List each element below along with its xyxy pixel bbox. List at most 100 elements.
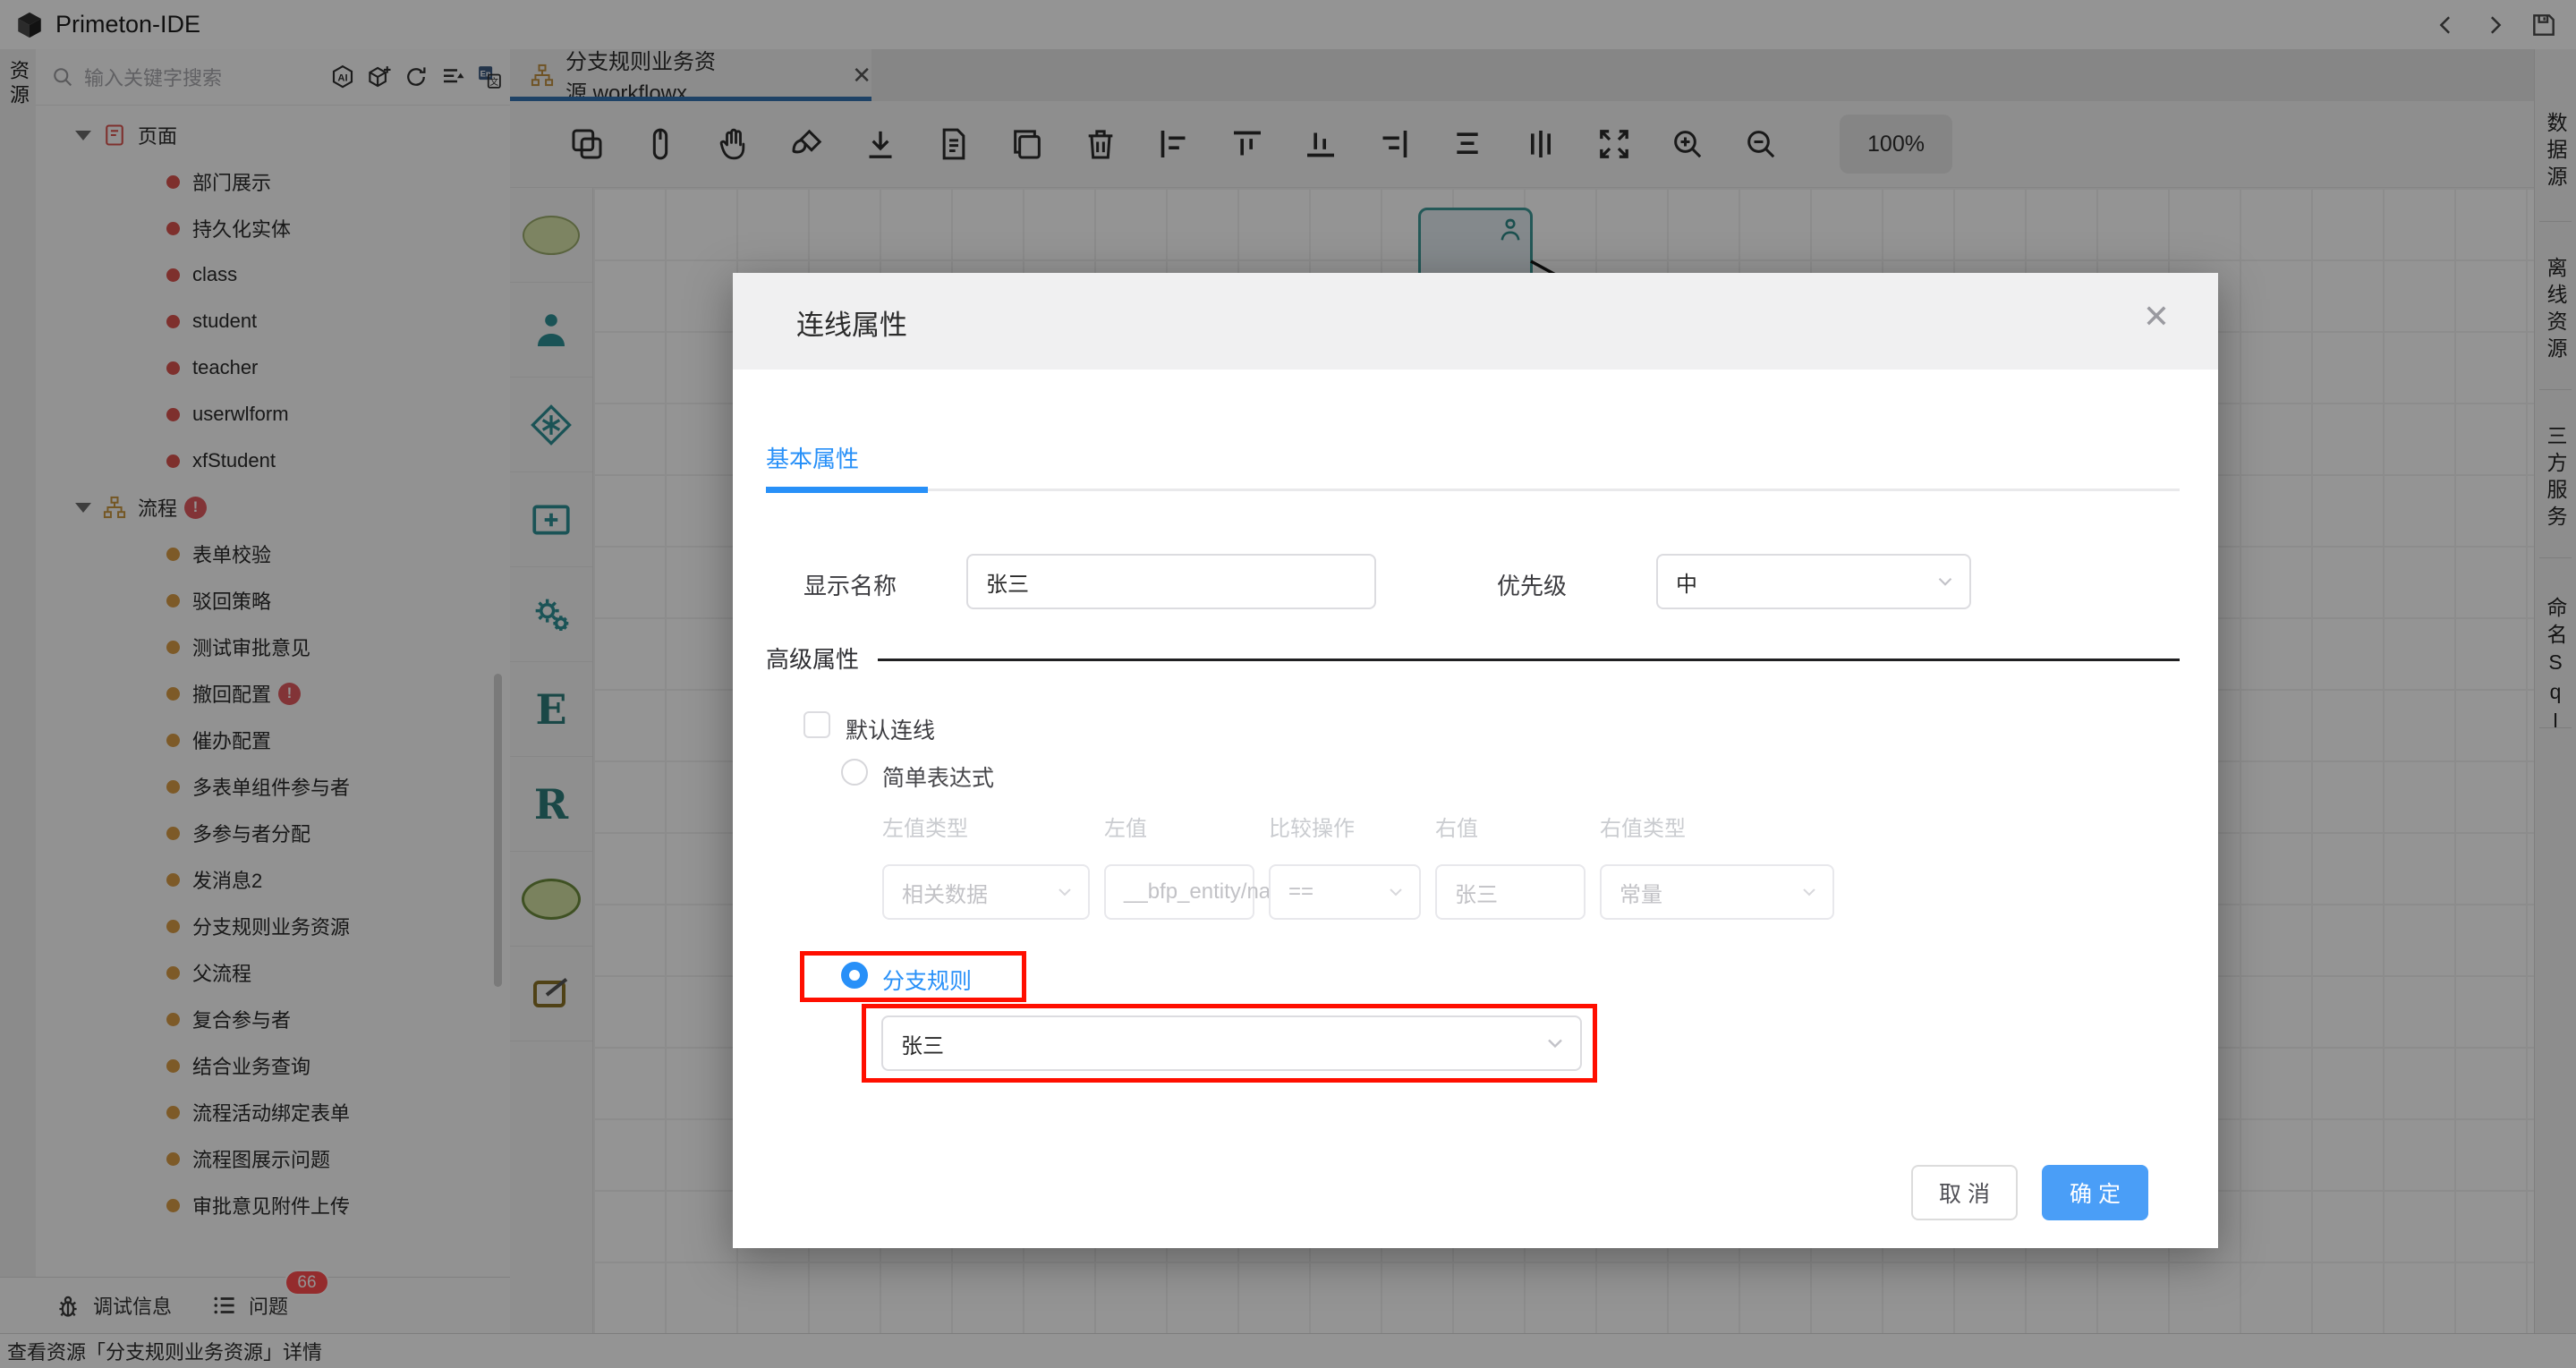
subprocess-icon[interactable] [510, 472, 592, 567]
branch-rule-select[interactable]: 张三 [881, 1015, 1582, 1071]
default-line-checkbox[interactable] [803, 711, 830, 738]
tree-row[interactable]: 流程活动绑定表单 [36, 1089, 510, 1135]
translate-icon[interactable]: En 文 [476, 64, 503, 90]
tree-row[interactable]: 分支规则业务资源 [36, 903, 510, 949]
caret-down-icon[interactable] [75, 130, 91, 140]
cancel-button[interactable]: 取 消 [1911, 1165, 2018, 1220]
auto-activity-icon[interactable] [510, 567, 592, 662]
gateway-icon[interactable] [510, 378, 592, 472]
tree-row[interactable]: xfStudent [36, 438, 510, 484]
align-right-icon[interactable] [1376, 126, 1412, 162]
expression-select[interactable]: 相关数据 [882, 864, 1090, 920]
tree-row[interactable]: 页面 [36, 112, 510, 158]
align-bottom-icon[interactable] [1303, 126, 1339, 162]
tree-row[interactable]: 驳回策略 [36, 577, 510, 624]
chevron-down-icon [1934, 570, 1957, 593]
expression-input[interactable]: __bfp_entity/nam [1104, 864, 1288, 920]
align-center-horizontal-icon[interactable] [1450, 126, 1485, 162]
pan-hand-icon[interactable] [716, 126, 752, 162]
sort-list-icon[interactable] [439, 64, 466, 90]
tree-row[interactable]: 审批意见附件上传 [36, 1182, 510, 1228]
tree-row[interactable]: 多表单组件参与者 [36, 763, 510, 810]
resource-tree: 页面 部门展示持久化实体 class student teacher userwlform… [36, 105, 510, 1230]
mouse-tool-icon[interactable] [642, 126, 678, 162]
align-left-icon[interactable] [1156, 126, 1192, 162]
entity-letter-icon[interactable]: E [510, 662, 592, 757]
search-input[interactable]: 输入关键字搜索 [84, 63, 222, 91]
bullet-icon [166, 779, 180, 794]
distribute-vertical-icon[interactable] [1523, 126, 1559, 162]
ai-assistant-icon[interactable]: AI [329, 64, 356, 90]
zoom-level-display[interactable]: 100% [1840, 115, 1952, 174]
simple-expression-radio[interactable] [841, 759, 868, 786]
tree-row[interactable]: 同表单父流程 [36, 1228, 510, 1230]
right-rail-tab-1[interactable]: 数据源 [2540, 112, 2571, 192]
tree-row[interactable]: 测试审批意见 [36, 624, 510, 670]
tab-close-icon[interactable]: ✕ [852, 62, 871, 89]
copy-icon[interactable] [1009, 126, 1045, 162]
start-node-icon[interactable] [510, 188, 592, 283]
download-icon[interactable] [863, 126, 898, 162]
tree-row[interactable]: 结合业务查询 [36, 1042, 510, 1089]
zoom-in-icon[interactable] [1670, 126, 1705, 162]
tree-row[interactable]: 流程图展示问题 [36, 1135, 510, 1182]
align-top-icon[interactable] [1229, 126, 1265, 162]
delete-icon[interactable] [1083, 126, 1118, 162]
expression-select[interactable]: 常量 [1600, 864, 1834, 920]
tree-row[interactable]: 多参与者分配 [36, 810, 510, 856]
end-node-icon[interactable] [510, 852, 592, 947]
right-rail-tab-2[interactable]: 离线资源 [2540, 257, 2571, 364]
problems-label[interactable]: 问题 [249, 1291, 288, 1320]
refresh-icon[interactable] [403, 64, 429, 90]
display-name-input[interactable] [968, 569, 1374, 594]
priority-select[interactable]: 中 [1656, 554, 1971, 609]
format-brush-icon[interactable] [789, 126, 825, 162]
left-rail-tab-resources[interactable]: 资源 [4, 60, 32, 108]
tree-row[interactable]: 父流程 [36, 949, 510, 996]
tree-item-label: 撤回配置 [192, 684, 272, 706]
tree-row[interactable]: class [36, 251, 510, 298]
document-icon[interactable] [936, 126, 972, 162]
manual-activity-icon[interactable] [510, 283, 592, 378]
select-tool-icon[interactable] [569, 126, 605, 162]
tree-item-label: 流程活动绑定表单 [192, 1102, 351, 1125]
fit-screen-icon[interactable] [1596, 126, 1632, 162]
debug-info-label[interactable]: 调试信息 [93, 1291, 172, 1320]
dialog-close-icon[interactable]: ✕ [2138, 300, 2175, 334]
tree-row[interactable]: 发消息2 [36, 856, 510, 903]
expression-input[interactable]: 张三 [1435, 864, 1586, 920]
svg-text:文: 文 [489, 76, 498, 88]
tree-item-label: 持久化实体 [192, 218, 292, 241]
tree-row[interactable]: 撤回配置! [36, 670, 510, 717]
save-icon[interactable] [2529, 11, 2558, 39]
rule-letter-icon[interactable]: R [510, 757, 592, 852]
caret-down-icon[interactable] [75, 502, 91, 513]
tree-item-label: 发消息2 [192, 870, 263, 892]
branch-rule-radio[interactable] [841, 962, 868, 989]
tree-row[interactable]: 复合参与者 [36, 996, 510, 1042]
right-rail-tab-3[interactable]: 三方服务 [2540, 425, 2571, 532]
note-icon[interactable] [510, 947, 592, 1041]
ok-button[interactable]: 确 定 [2042, 1165, 2148, 1220]
tab-basic-properties[interactable]: 基本属性 [766, 441, 859, 474]
tree-row[interactable]: 表单校验 [36, 531, 510, 577]
tree-row[interactable]: 部门展示 [36, 158, 510, 205]
tree-item-label: class [192, 263, 238, 285]
tree-row[interactable]: 流程! [36, 484, 510, 531]
new-resource-icon[interactable] [366, 64, 393, 90]
right-rail-tab-4[interactable]: 命名Sql [2540, 597, 2571, 739]
debug-bug-icon[interactable] [54, 1291, 82, 1320]
tree-row[interactable]: teacher [36, 344, 510, 391]
tree-row[interactable]: userwlform [36, 391, 510, 438]
problems-list-icon[interactable] [211, 1292, 238, 1319]
history-back-icon[interactable] [2433, 12, 2460, 38]
expression-select[interactable]: == [1269, 864, 1421, 920]
expression-column: 右值 张三 [1435, 811, 1586, 920]
tree-scrollbar[interactable] [494, 674, 502, 987]
zoom-out-icon[interactable] [1743, 126, 1779, 162]
tree-row[interactable]: student [36, 298, 510, 344]
editor-tab-branch-rule[interactable]: 分支规则业务资源.workflowx ✕ [510, 49, 871, 106]
tree-row[interactable]: 催办配置 [36, 717, 510, 763]
history-forward-icon[interactable] [2481, 12, 2508, 38]
tree-row[interactable]: 持久化实体 [36, 205, 510, 251]
